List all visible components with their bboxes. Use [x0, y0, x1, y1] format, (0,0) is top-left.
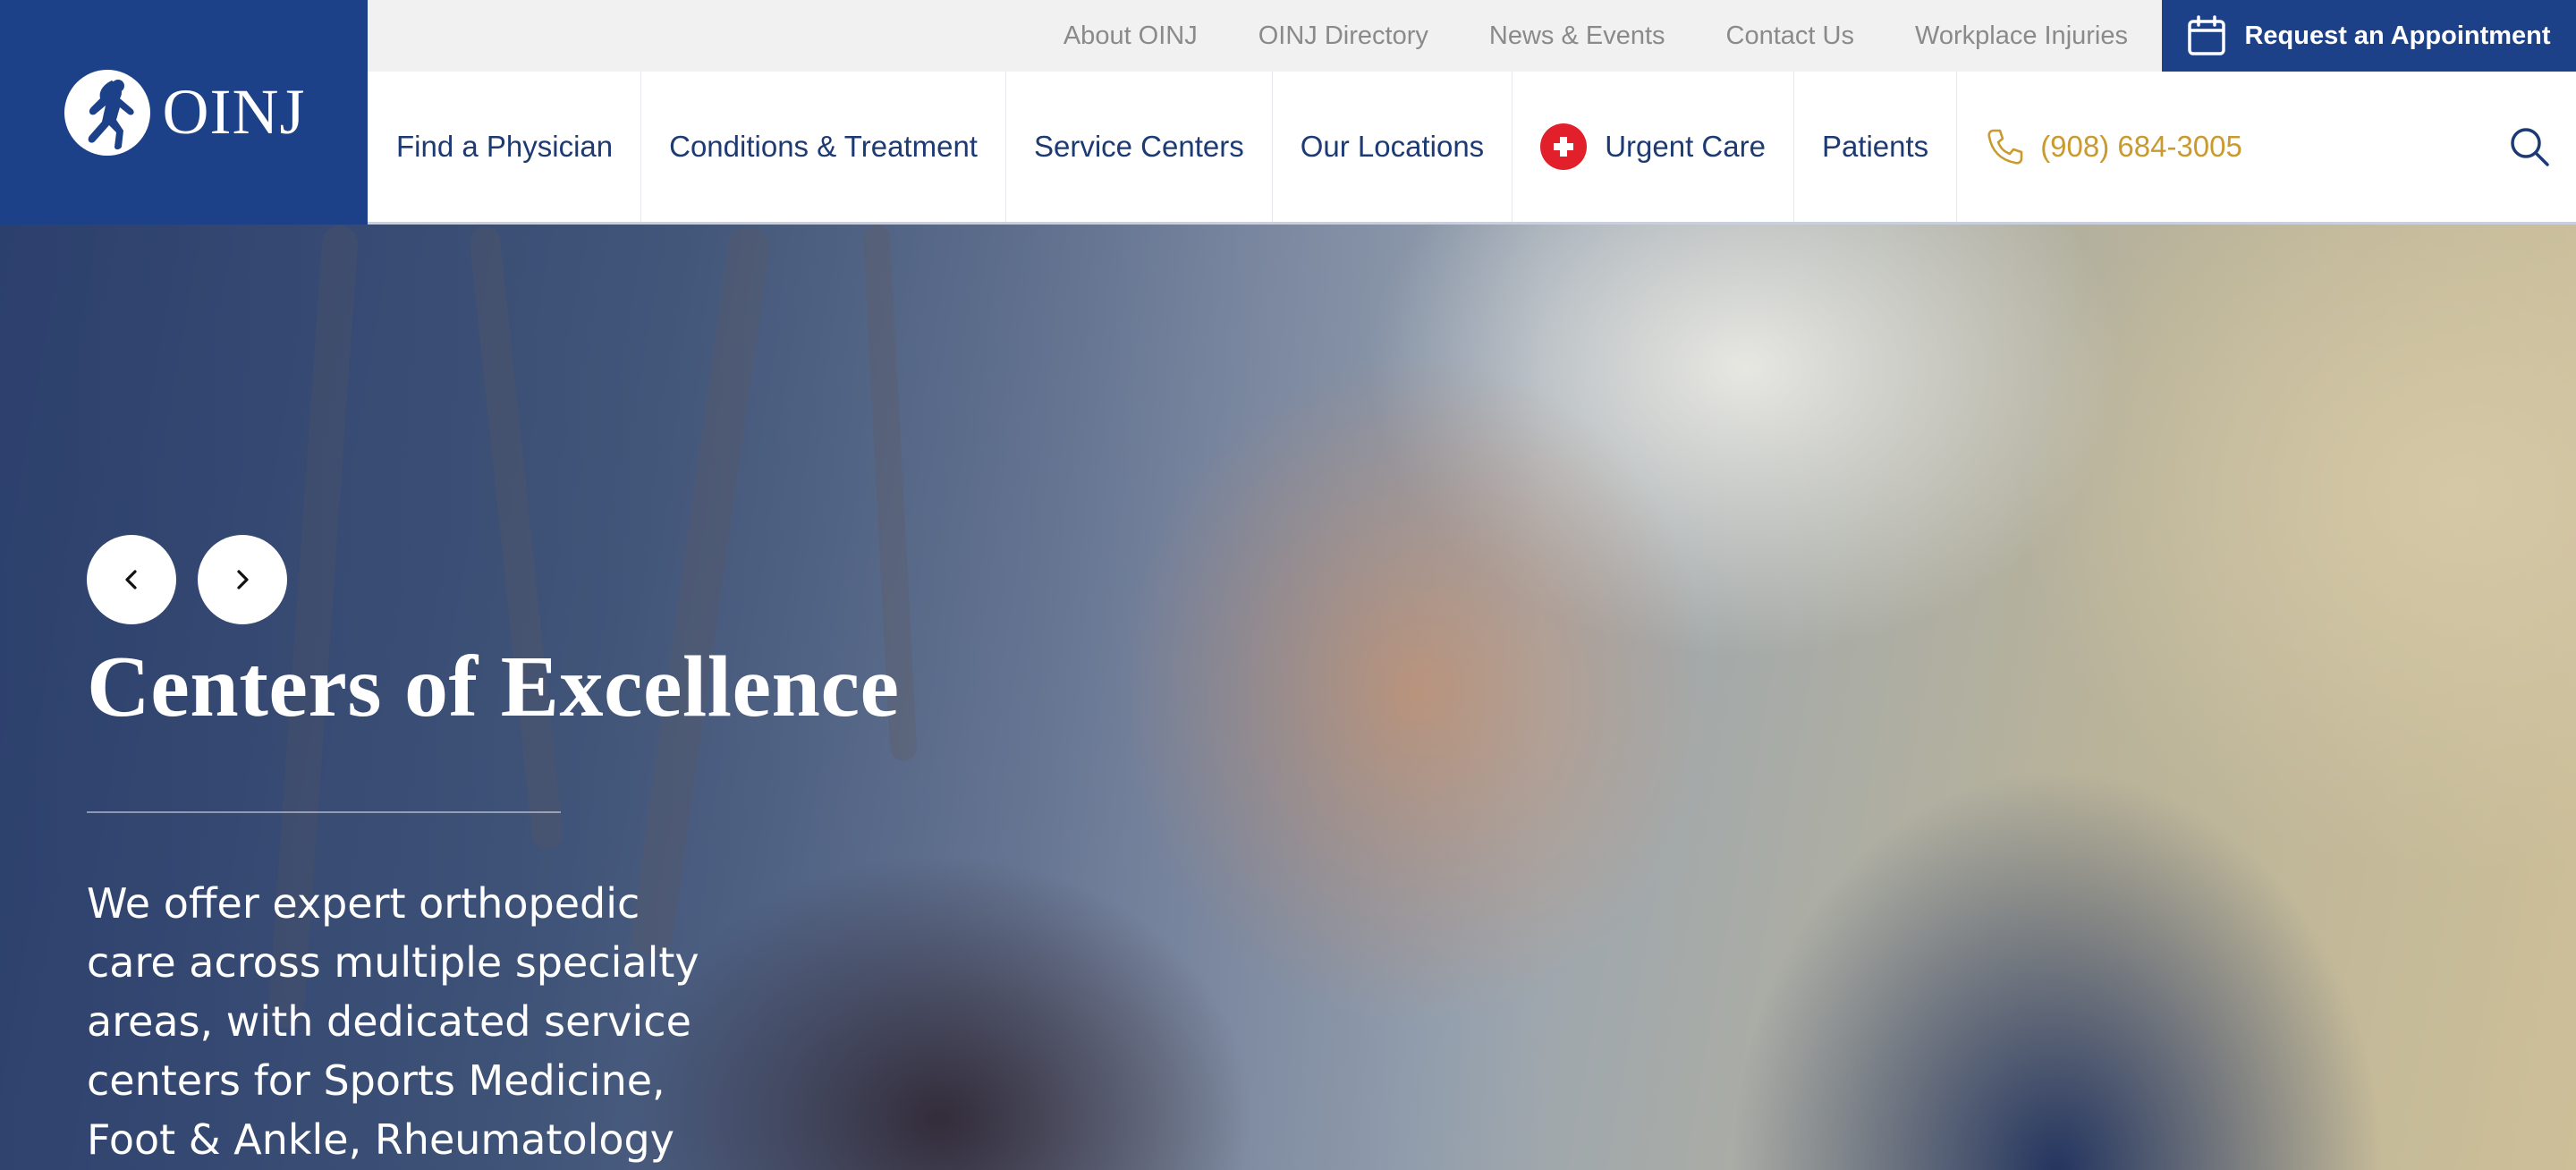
request-appointment-button[interactable]: Request an Appointment: [2162, 0, 2576, 72]
carousel-next-button[interactable]: [198, 535, 287, 624]
runner-logo-icon: [64, 69, 150, 156]
nav-urgent-care[interactable]: Urgent Care: [1513, 72, 1794, 222]
logo-block[interactable]: OINJ: [0, 0, 368, 225]
request-appointment-label: Request an Appointment: [2244, 21, 2551, 50]
hero-body-text: We offer expert orthopedic care across m…: [87, 879, 699, 1164]
logo-text: OINJ: [162, 76, 306, 148]
utility-bar: About OINJ OINJ Directory News & Events …: [368, 0, 2576, 72]
nav-patients[interactable]: Patients: [1794, 72, 1958, 222]
contact-us-link[interactable]: Contact Us: [1726, 21, 1854, 51]
news-events-link[interactable]: News & Events: [1489, 21, 1665, 51]
hero-divider: [87, 811, 561, 813]
main-nav: Find a Physician Conditions & Treatment …: [368, 72, 2576, 225]
calendar-icon: [2188, 15, 2226, 55]
hero-title: Centers of Excellence: [87, 639, 900, 735]
nav-conditions-treatment[interactable]: Conditions & Treatment: [641, 72, 1006, 222]
chevron-right-icon: [237, 570, 249, 589]
carousel-controls: [87, 535, 287, 624]
phone-icon: [1987, 129, 2023, 165]
search-button[interactable]: [2483, 72, 2576, 222]
logo: OINJ: [63, 68, 306, 157]
urgent-care-cross-icon: [1540, 123, 1588, 170]
search-icon: [2511, 128, 2549, 166]
carousel-prev-button[interactable]: [87, 535, 176, 624]
nav-service-centers[interactable]: Service Centers: [1006, 72, 1273, 222]
workplace-injuries-link[interactable]: Workplace Injuries: [1915, 21, 2128, 51]
nav-our-locations[interactable]: Our Locations: [1273, 72, 1513, 222]
phone-number: (908) 684-3005: [2040, 130, 2242, 163]
nav-find-a-physician[interactable]: Find a Physician: [368, 72, 642, 222]
oinj-directory-link[interactable]: OINJ Directory: [1258, 21, 1428, 51]
hero-section: Centers of Excellence We offer expert or…: [0, 225, 2576, 1170]
urgent-care-label: Urgent Care: [1605, 130, 1766, 163]
phone-link[interactable]: (908) 684-3005: [1957, 72, 2270, 222]
about-oinj-link[interactable]: About OINJ: [1063, 21, 1198, 51]
chevron-left-icon: [125, 570, 137, 589]
utility-links: About OINJ OINJ Directory News & Events …: [1063, 21, 2162, 51]
